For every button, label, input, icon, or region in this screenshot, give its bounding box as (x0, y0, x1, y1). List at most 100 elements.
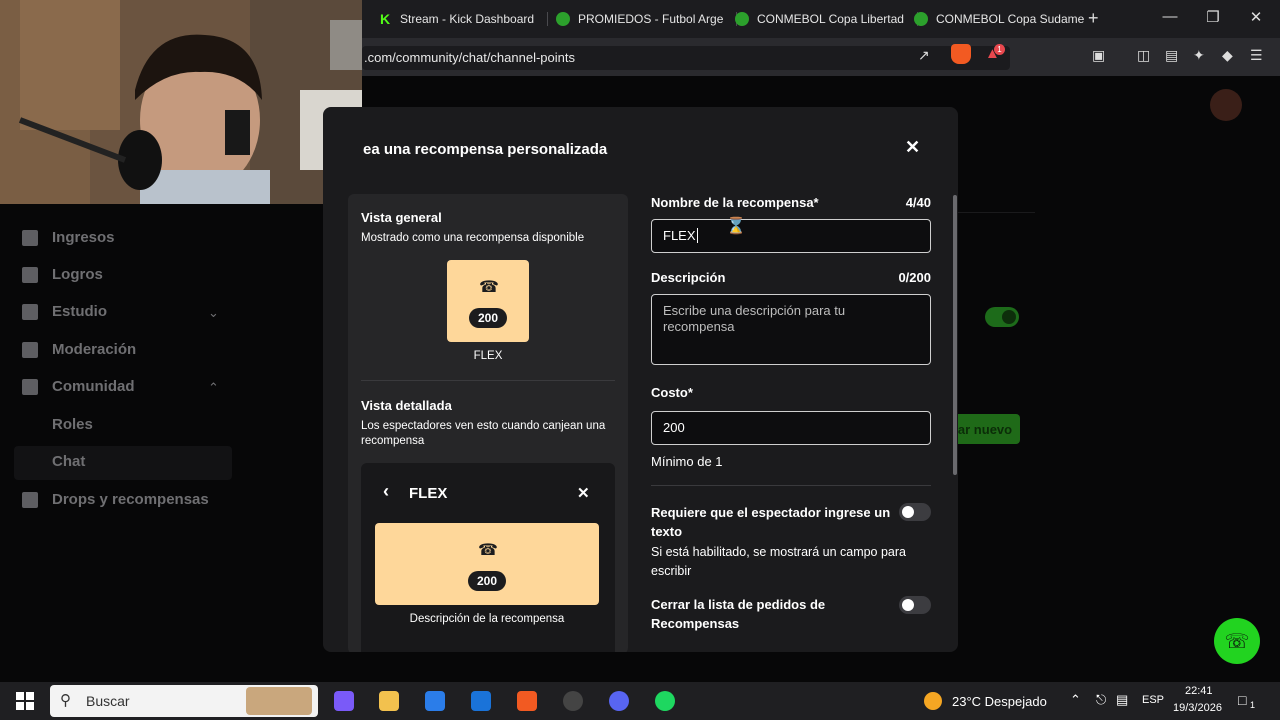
description-label: Descripción (651, 270, 726, 285)
menu-icon[interactable]: ☰ (1250, 47, 1263, 64)
tab-label: CONMEBOL Copa Libertad (757, 12, 904, 26)
clock-date[interactable]: 19/3/2026 (1173, 702, 1222, 714)
modal-scrollbar[interactable] (953, 195, 957, 475)
spotify-icon[interactable] (655, 691, 675, 711)
windows-start-icon[interactable] (16, 692, 34, 710)
general-view-heading: Vista general (361, 210, 442, 225)
telephone-icon: ☎ (478, 542, 498, 559)
description-textarea[interactable]: Escribe una descripción para tu recompen… (651, 294, 931, 365)
reward-card-small: ☎ 200 (447, 260, 529, 342)
require-text-label: Requiere que el espectador ingrese un te… (651, 505, 891, 539)
close-window-icon[interactable]: ✕ (1246, 8, 1266, 26)
close-list-toggle[interactable] (899, 596, 931, 614)
language-indicator[interactable]: ESP (1142, 694, 1164, 706)
url-field[interactable]: .com/community/chat/channel-points (362, 46, 1010, 70)
cost-input[interactable]: 200 (651, 411, 931, 445)
chevron-down-icon[interactable]: ⌄ (208, 305, 219, 321)
create-new-reward-button[interactable]: ar nuevo (950, 414, 1020, 444)
reader-mode-icon[interactable]: ▣ (1092, 47, 1105, 64)
sidebar-item-moderacion[interactable]: Moderación (22, 341, 136, 358)
name-label: Nombre de la recompensa* (651, 195, 819, 210)
tab-label: Stream - Kick Dashboard (400, 12, 535, 26)
store-icon[interactable] (425, 691, 445, 711)
tab-conmebol-sudamericana[interactable]: CONMEBOL Copa Sudame (914, 6, 1084, 32)
chevron-up-icon[interactable]: ⌃ (1070, 692, 1081, 708)
sidebar-item-roles[interactable]: Roles (52, 416, 93, 433)
detail-view-subtitle: Los espectadores ven esto cuando canjean… (361, 420, 606, 447)
cost-pill: 200 (468, 571, 506, 591)
minimize-icon[interactable]: — (1160, 8, 1180, 25)
leo-ai-icon[interactable]: ✦ (1193, 47, 1205, 64)
detail-view-heading: Vista detallada (361, 398, 452, 413)
file-explorer-icon[interactable] (379, 691, 399, 711)
reward-name-input[interactable]: FLEX (651, 219, 931, 253)
telephone-icon: ☎ (479, 279, 499, 296)
cost-helper: Mínimo de 1 (651, 454, 723, 469)
sidebar-item-drops[interactable]: Drops y recompensas (22, 491, 209, 508)
network-icon[interactable]: ▤ (1116, 692, 1128, 708)
wallet-icon[interactable]: ▤ (1165, 47, 1178, 64)
back-arrow-icon[interactable]: ‹ (383, 481, 389, 502)
studio-icon (22, 303, 38, 320)
taskbar-search[interactable]: ⚲ Buscar (50, 685, 318, 717)
revenue-icon (22, 229, 38, 246)
new-tab-button[interactable]: + (1088, 8, 1099, 29)
microphone-icon[interactable]: ⎋ (1096, 692, 1106, 708)
soccer-ball-icon (735, 12, 749, 26)
brave-shields-icon[interactable] (951, 44, 971, 64)
outlook-icon[interactable] (471, 691, 491, 711)
copilot-icon[interactable] (334, 691, 354, 711)
require-text-toggle[interactable] (899, 503, 931, 521)
chevron-up-icon[interactable]: ⌃ (208, 380, 219, 396)
restore-icon[interactable]: ❐ (1203, 8, 1223, 26)
sidebar-item-label: Comunidad (52, 378, 135, 395)
notification-badge: 1 (994, 44, 1005, 55)
search-placeholder: Buscar (86, 693, 130, 709)
description-placeholder: Escribe una descripción para tu recompen… (663, 303, 846, 334)
detail-description: Descripción de la recompensa (409, 613, 565, 625)
discord-icon[interactable] (609, 691, 629, 711)
tab-kick-dashboard[interactable]: K Stream - Kick Dashboard (378, 6, 549, 32)
close-icon[interactable]: ✕ (577, 484, 590, 502)
windows-taskbar: ⚲ Buscar 23°C Despejado ⌃ ⎋ ▤ ESP 22:41 … (0, 682, 1280, 720)
sidebar-item-comunidad[interactable]: Comunidad (22, 378, 135, 395)
search-icon: ⚲ (60, 692, 71, 709)
sidebar-item-logros[interactable]: Logros (22, 266, 103, 283)
require-text-helper: Si está habilitado, se mostrará un campo… (651, 545, 906, 578)
vpn-shield-icon[interactable]: ◆ (1222, 47, 1233, 64)
sidebar-item-label: Drops y recompensas (52, 491, 209, 508)
sidebar-icon[interactable]: ◫ (1137, 47, 1150, 64)
divider (361, 380, 615, 381)
gift-icon (22, 491, 38, 508)
cost-value: 200 (663, 420, 685, 435)
close-icon[interactable]: ✕ (905, 137, 920, 158)
tab-promiedos[interactable]: PROMIEDOS - Futbol Arge (556, 6, 738, 32)
user-avatar[interactable] (1210, 89, 1242, 121)
detail-title: FLEX (409, 485, 448, 502)
reward-preview-panel: Vista general Mostrado como una recompen… (348, 194, 628, 652)
sidebar-item-ingresos[interactable]: Ingresos (22, 229, 115, 246)
clock-time[interactable]: 22:41 (1185, 685, 1213, 697)
general-view-subtitle: Mostrado como una recompensa disponible (361, 232, 585, 244)
sidebar-item-label: Logros (52, 266, 103, 283)
notification-center-icon[interactable]: □ (1238, 692, 1246, 708)
sidebar-item-chat[interactable]: Chat (52, 453, 85, 470)
sidebar-item-estudio[interactable]: Estudio (22, 303, 107, 320)
tab-conmebol-libertadores[interactable]: CONMEBOL Copa Libertad (735, 6, 918, 32)
share-icon[interactable]: ↗ (918, 47, 930, 64)
tab-label: PROMIEDOS - Futbol Arge (578, 12, 724, 26)
wrench-icon (22, 341, 38, 358)
obs-icon[interactable] (563, 691, 583, 711)
tab-label: CONMEBOL Copa Sudame (936, 12, 1085, 26)
weather-text[interactable]: 23°C Despejado (952, 694, 1047, 709)
reward-name-value: FLEX (663, 228, 696, 243)
text-cursor-icon: ⌛ (726, 218, 746, 235)
support-chat-button[interactable]: ☏ (1214, 618, 1260, 664)
channel-points-toggle[interactable] (985, 307, 1019, 327)
weather-icon (924, 692, 942, 710)
brave-browser-icon[interactable] (517, 691, 537, 711)
cost-pill: 200 (469, 308, 507, 328)
notification-count: 1 (1250, 700, 1256, 710)
description-char-count: 0/200 (898, 270, 931, 285)
modal-title: ea una recompensa personalizada (363, 141, 608, 158)
